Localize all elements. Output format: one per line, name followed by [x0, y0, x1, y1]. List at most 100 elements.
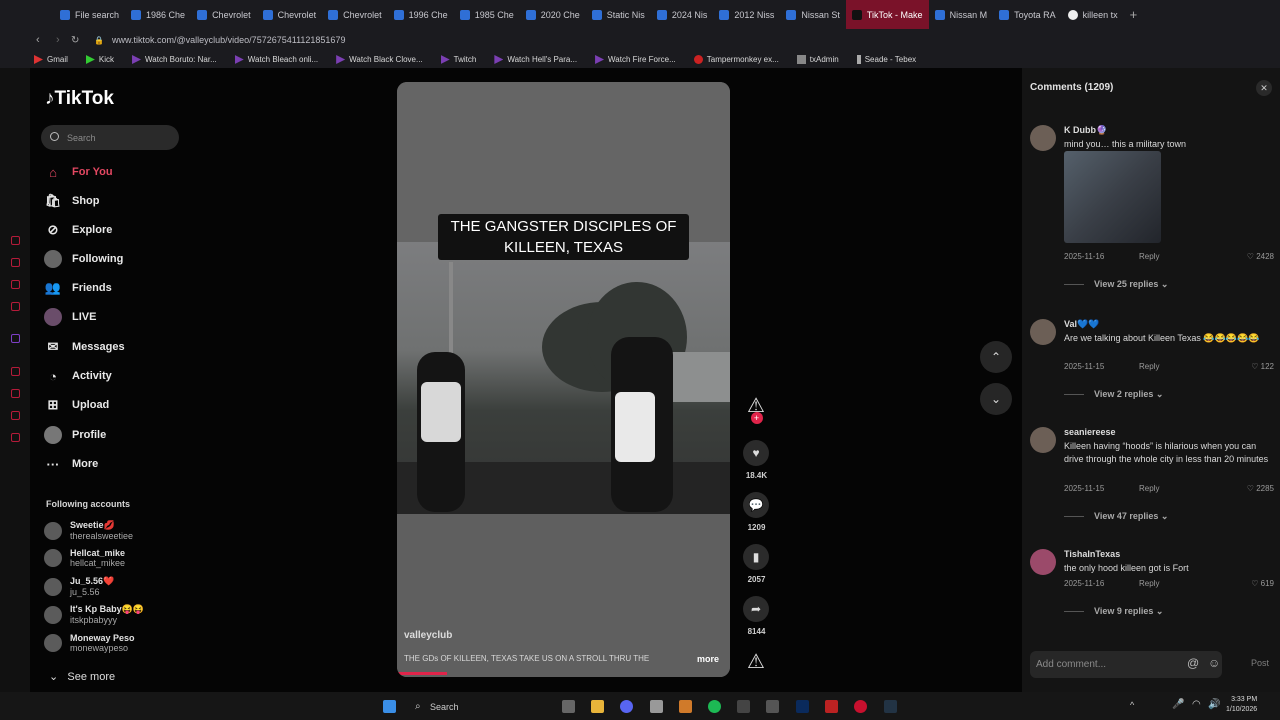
bookmark-item[interactable]: Watch Hell's Para... [494, 55, 577, 64]
nav-for-you[interactable]: ⌂ For You [44, 163, 112, 181]
view-replies-button[interactable]: View 25 replies ⌄ [1064, 279, 1168, 290]
previous-video-button[interactable]: ⌃ [980, 341, 1012, 373]
browser-tab[interactable]: Static Nis [586, 0, 651, 29]
nav-messages[interactable]: ✉ Messages [44, 338, 125, 356]
sidebar-app-icon[interactable] [11, 280, 20, 289]
steam-icon[interactable] [884, 700, 897, 713]
opera-gx-icon[interactable] [854, 700, 867, 713]
view-replies-button[interactable]: View 47 replies ⌄ [1064, 511, 1168, 522]
app-icon[interactable] [679, 700, 692, 713]
sidebar-app-icon[interactable] [11, 389, 20, 398]
comment-username[interactable]: Val💙💙 [1064, 319, 1099, 330]
comment-like-button[interactable]: ♡ 122 [1251, 362, 1274, 371]
close-icon[interactable]: ✕ [1256, 80, 1272, 96]
sidebar-app-icon[interactable] [11, 411, 20, 420]
reply-button[interactable]: Reply [1139, 484, 1159, 493]
bookmark-item[interactable]: Watch Fire Force... [595, 55, 676, 64]
taskbar-search[interactable]: ⌕ Search [412, 698, 552, 715]
post-button[interactable]: Post [1251, 658, 1269, 668]
comment-like-button[interactable]: ♡ 619 [1251, 579, 1274, 588]
nav-activity[interactable]: ◔ Activity [44, 367, 112, 385]
browser-tab-active[interactable]: TikTok - Make [845, 0, 929, 29]
discord-icon[interactable] [620, 700, 633, 713]
following-account[interactable]: Ju_5.56❤️ ju_5.56 [44, 576, 114, 597]
photoshop-icon[interactable] [796, 700, 809, 713]
following-account[interactable]: Moneway Peso monewaypeso [44, 633, 135, 653]
spotify-icon[interactable] [708, 700, 721, 713]
browser-tab[interactable]: File search [54, 0, 125, 29]
bookmark-item[interactable]: Twitch [440, 55, 476, 64]
browser-menu[interactable] [0, 0, 54, 29]
sidebar-app-icon[interactable] [11, 302, 20, 311]
avatar[interactable] [1030, 549, 1056, 575]
next-video-button[interactable]: ⌄ [980, 383, 1012, 415]
bookmark-item[interactable]: Gmail [34, 55, 68, 64]
browser-tab[interactable]: Nissan M [929, 0, 994, 29]
nav-upload[interactable]: ⊞ Upload [44, 396, 110, 414]
browser-tab[interactable]: Chevrolet [191, 0, 257, 29]
emoji-icon[interactable]: ☺ [1208, 656, 1220, 670]
browser-tab[interactable]: 1996 Che [388, 0, 454, 29]
nav-live[interactable]: LIVE [44, 308, 96, 326]
sidebar-app-icon[interactable] [11, 367, 20, 376]
nav-shop[interactable]: 🛍 Shop [44, 192, 100, 210]
following-account[interactable]: Hellcat_mike hellcat_mikee [44, 548, 125, 568]
sidebar-app-icon[interactable] [11, 236, 20, 245]
chevron-up-icon[interactable]: ^ [1130, 700, 1134, 710]
app-icon[interactable] [825, 700, 838, 713]
reload-icon[interactable]: ↻ [71, 35, 79, 46]
comment-like-button[interactable]: ♡ 2285 [1247, 484, 1274, 493]
bookmark-item[interactable]: Tampermonkey ex... [693, 55, 779, 64]
app-icon[interactable] [650, 700, 663, 713]
app-icon[interactable] [766, 700, 779, 713]
file-explorer-icon[interactable] [591, 700, 604, 713]
browser-tab[interactable]: Nissan St [780, 0, 846, 29]
following-account[interactable]: Sweetie💋 therealsweetiee [44, 520, 133, 541]
video-player[interactable]: THE GANGSTER DISCIPLES OF KILLEEN, TEXAS… [397, 82, 730, 677]
avatar[interactable] [1030, 125, 1056, 151]
sidebar-app-icon[interactable] [11, 258, 20, 267]
task-view-icon[interactable] [562, 700, 575, 713]
nav-following[interactable]: Following [44, 250, 123, 268]
bookmark-item[interactable]: txAdmin [796, 55, 839, 64]
view-replies-button[interactable]: View 2 replies ⌄ [1064, 389, 1163, 400]
volume-icon[interactable]: 🔊 [1208, 699, 1220, 710]
clock[interactable]: 3:33 PM 1/10/2026 [1226, 695, 1257, 715]
browser-tab[interactable]: 1986 Che [125, 0, 191, 29]
tiktok-logo[interactable]: ♪TikTok [45, 88, 114, 110]
comment-like-button[interactable]: ♡ 2428 [1247, 252, 1274, 261]
reply-button[interactable]: Reply [1139, 579, 1159, 588]
nav-profile[interactable]: Profile [44, 426, 106, 444]
avatar[interactable] [1030, 427, 1056, 453]
video-username[interactable]: valleyclub [404, 630, 452, 641]
nav-friends[interactable]: 👥 Friends [44, 279, 112, 297]
twitch-icon[interactable] [11, 334, 20, 343]
comment-username[interactable]: TishaInTexas [1064, 549, 1120, 559]
bookmark-item[interactable]: Watch Boruto: Nar... [132, 55, 217, 64]
following-account[interactable]: It's Kp Baby😝😝 itskpbabyyy [44, 604, 144, 625]
microphone-icon[interactable]: 🎤 [1172, 699, 1184, 710]
mention-icon[interactable]: @ [1187, 656, 1199, 670]
view-replies-button[interactable]: View 9 replies ⌄ [1064, 606, 1163, 617]
new-tab-button[interactable]: + [1124, 0, 1144, 29]
share-button[interactable]: ➦ 8144 [743, 596, 770, 636]
nav-explore[interactable]: ⊘ Explore [44, 221, 113, 239]
settings-icon[interactable] [11, 433, 20, 442]
video-progress-bar[interactable] [397, 672, 447, 675]
more-button[interactable]: more [697, 654, 719, 664]
url-field[interactable]: www.tiktok.com/@valleyclub/video/7572675… [112, 35, 345, 45]
comment-username[interactable]: seaniereese [1064, 427, 1116, 437]
browser-tab[interactable]: 1985 Che [454, 0, 520, 29]
browser-tab[interactable]: killeen tx [1062, 0, 1124, 29]
comment-button[interactable]: 💬 1209 [743, 492, 770, 532]
bookmark-item[interactable]: Seade - Tebex [856, 55, 916, 64]
avatar[interactable] [1030, 319, 1056, 345]
browser-tab[interactable]: 2024 Nis [651, 0, 714, 29]
comment-image[interactable] [1064, 151, 1161, 243]
browser-tab[interactable]: 2020 Che [520, 0, 586, 29]
browser-tab[interactable]: 2012 Niss [713, 0, 780, 29]
save-button[interactable]: ▮ 2057 [743, 544, 770, 584]
wifi-icon[interactable]: ◠ [1192, 699, 1201, 710]
bookmark-item[interactable]: Kick [85, 55, 114, 64]
sound-disc[interactable]: ⚠ [743, 648, 770, 674]
